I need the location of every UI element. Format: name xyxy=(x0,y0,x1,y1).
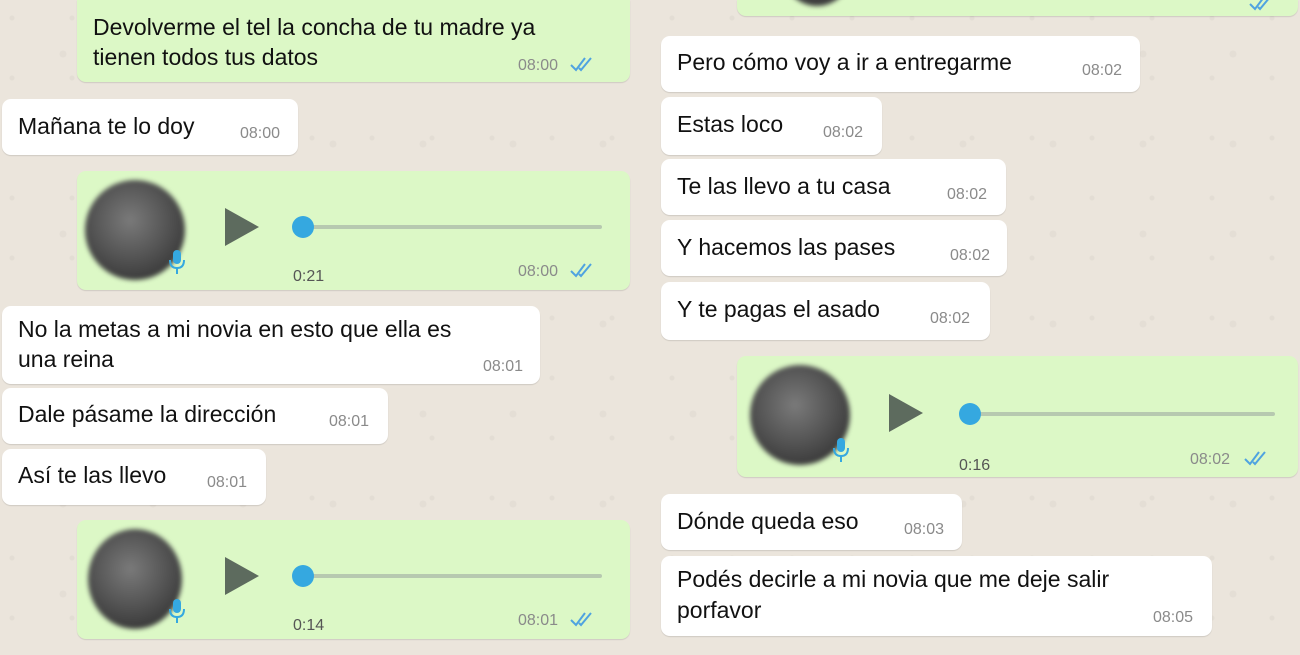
audio-progress-track[interactable] xyxy=(302,574,602,578)
message-time: 08:02 xyxy=(1190,451,1231,468)
play-icon[interactable] xyxy=(225,557,259,595)
incoming-message[interactable]: Y hacemos las pases 08:02 xyxy=(661,220,1007,276)
message-time: 08:03 xyxy=(904,521,945,538)
incoming-message[interactable]: No la metas a mi novia en esto que ella … xyxy=(2,306,540,384)
message-text: Podés decirle a mi novia que me deje sal… xyxy=(677,566,1110,592)
double-check-icon xyxy=(570,612,592,627)
play-icon[interactable] xyxy=(889,394,923,432)
message-text: Dónde queda eso xyxy=(677,508,859,534)
audio-progress-track[interactable] xyxy=(969,412,1275,416)
message-text: Mañana te lo doy xyxy=(18,113,195,139)
message-time: 08:02 xyxy=(950,247,991,264)
message-text: una reina xyxy=(18,346,114,372)
message-text: Pero cómo voy a ir a entregarme xyxy=(677,49,1012,75)
message-text: Así te las llevo xyxy=(18,462,167,488)
message-time: 08:01 xyxy=(518,612,559,629)
audio-progress-track[interactable] xyxy=(302,225,602,229)
audio-duration: 0:14 xyxy=(293,617,325,634)
message-text: Estas loco xyxy=(677,111,784,137)
message-time: 08:05 xyxy=(1153,609,1194,626)
message-time: 08:01 xyxy=(483,358,524,375)
message-text: No la metas a mi novia en esto que ella … xyxy=(18,316,452,342)
message-text: Dale pásame la dirección xyxy=(18,401,277,427)
message-time: 08:00 xyxy=(240,125,281,142)
double-check-icon xyxy=(1249,0,1269,11)
incoming-message[interactable]: Y te pagas el asado 08:02 xyxy=(661,282,990,340)
incoming-message[interactable]: Pero cómo voy a ir a entregarme 08:02 xyxy=(661,36,1140,92)
microphone-icon xyxy=(169,599,185,623)
audio-progress-knob[interactable] xyxy=(292,216,314,238)
message-text: Devolverme el tel la concha de tu madre … xyxy=(93,14,536,40)
incoming-message[interactable]: Así te las llevo 08:01 xyxy=(2,449,266,505)
audio-progress-knob[interactable] xyxy=(292,565,314,587)
sender-avatar xyxy=(777,0,857,6)
play-icon[interactable] xyxy=(225,208,259,246)
message-time: 08:01 xyxy=(207,474,248,491)
incoming-message[interactable]: Dónde queda eso 08:03 xyxy=(661,494,962,550)
double-check-icon xyxy=(570,263,592,278)
incoming-message[interactable]: Estas loco 08:02 xyxy=(661,97,882,155)
message-text: Te las llevo a tu casa xyxy=(677,173,891,199)
message-time: 08:02 xyxy=(947,186,988,203)
incoming-message[interactable]: Te las llevo a tu casa 08:02 xyxy=(661,159,1006,215)
message-time: 08:00 xyxy=(518,263,559,280)
message-text: Y te pagas el asado xyxy=(677,296,880,322)
message-text: tienen todos tus datos xyxy=(93,44,319,70)
outgoing-message[interactable]: Devolverme el tel la concha de tu madre … xyxy=(77,0,630,82)
outgoing-voice-message[interactable]: 0:16 08:02 xyxy=(737,356,1298,477)
message-time: 08:02 xyxy=(823,124,864,141)
outgoing-voice-message[interactable]: 0:21 08:00 xyxy=(77,171,630,290)
microphone-icon xyxy=(833,438,849,462)
incoming-message[interactable]: Dale pásame la dirección 08:01 xyxy=(2,388,388,444)
message-time: 08:02 xyxy=(1082,62,1123,79)
outgoing-voice-message-partial[interactable] xyxy=(737,0,1298,16)
outgoing-voice-message[interactable]: 0:14 08:01 xyxy=(77,520,630,639)
double-check-icon xyxy=(1244,451,1266,466)
audio-duration: 0:16 xyxy=(959,457,991,474)
message-time: 08:00 xyxy=(518,57,559,74)
audio-duration: 0:21 xyxy=(293,268,325,285)
incoming-message[interactable]: Podés decirle a mi novia que me deje sal… xyxy=(661,556,1212,636)
incoming-message[interactable]: Mañana te lo doy 08:00 xyxy=(2,99,298,155)
microphone-icon xyxy=(169,250,185,274)
message-text: porfavor xyxy=(677,597,762,623)
message-time: 08:01 xyxy=(329,413,370,430)
audio-progress-knob[interactable] xyxy=(959,403,981,425)
message-text: Y hacemos las pases xyxy=(677,234,896,260)
message-time: 08:02 xyxy=(930,310,971,327)
double-check-icon xyxy=(570,57,592,72)
